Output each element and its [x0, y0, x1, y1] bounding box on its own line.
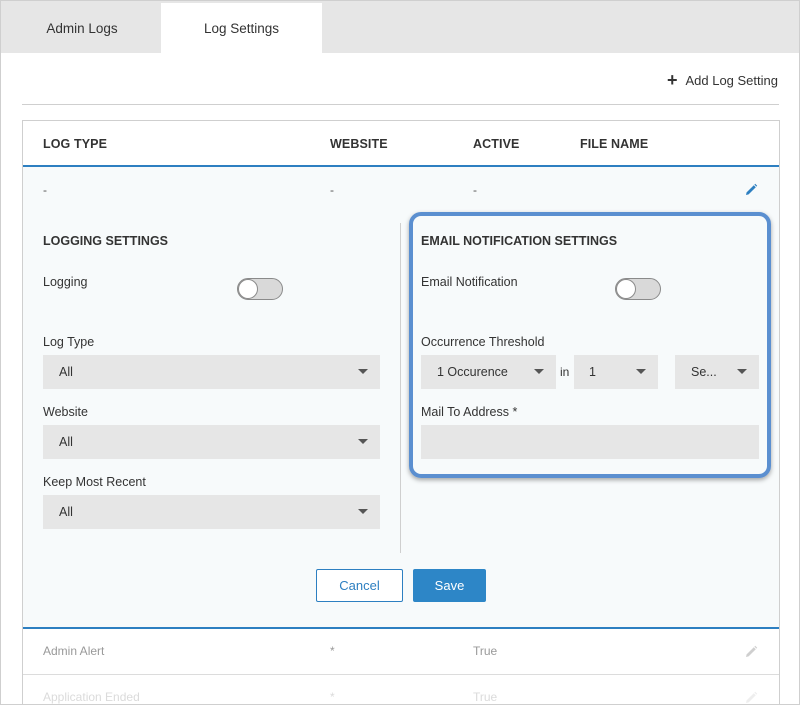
log-settings-window: Admin Logs Log Settings + Add Log Settin…: [0, 0, 800, 705]
expanded-row: - - - LOGGING SETTINGS Logging Log Type …: [23, 167, 779, 629]
mail-to-address-label: Mail To Address *: [421, 405, 518, 419]
occurrence-value: 1 Occurence: [437, 365, 508, 379]
table-header: LOG TYPE WEBSITE ACTIVE FILE NAME: [23, 121, 779, 167]
edit-icon[interactable]: [744, 691, 758, 705]
row-log-type: -: [43, 183, 47, 197]
occurrence-threshold-label: Occurrence Threshold: [421, 335, 545, 349]
mail-to-address-input[interactable]: [421, 425, 759, 459]
logging-settings-title: LOGGING SETTINGS: [43, 234, 169, 248]
tab-log-settings[interactable]: Log Settings: [161, 3, 322, 53]
row-website: *: [330, 690, 335, 704]
table-row[interactable]: Admin Alert * True: [23, 629, 779, 675]
keep-most-recent-label: Keep Most Recent: [43, 475, 146, 489]
column-header-website[interactable]: WEBSITE: [330, 137, 388, 151]
toggle-knob: [238, 279, 258, 299]
chevron-down-icon: [358, 439, 368, 444]
log-type-label: Log Type: [43, 335, 95, 349]
log-type-value: All: [59, 365, 73, 379]
add-log-setting-button[interactable]: + Add Log Setting: [667, 71, 778, 89]
column-header-file-name[interactable]: FILE NAME: [580, 137, 648, 151]
save-button[interactable]: Save: [413, 569, 486, 602]
column-header-active[interactable]: ACTIVE: [473, 137, 519, 151]
website-select[interactable]: All: [43, 425, 380, 459]
row-website: *: [330, 644, 335, 658]
row-log-type: Application Ended: [43, 690, 140, 704]
chevron-down-icon: [534, 369, 544, 374]
in-label: in: [560, 365, 570, 379]
chevron-down-icon: [358, 369, 368, 374]
logging-label: Logging: [43, 275, 88, 289]
row-active: True: [473, 690, 498, 704]
cancel-button[interactable]: Cancel: [316, 569, 403, 602]
logging-toggle[interactable]: [237, 278, 283, 300]
row-log-type: Admin Alert: [43, 644, 105, 658]
occurrence-select[interactable]: 1 Occurence: [421, 355, 556, 389]
log-settings-table: LOG TYPE WEBSITE ACTIVE FILE NAME - - - …: [22, 120, 780, 705]
divider: [22, 104, 779, 105]
email-notification-label: Email Notification: [421, 275, 518, 289]
chevron-down-icon: [737, 369, 747, 374]
row-website: -: [330, 183, 334, 197]
keep-most-recent-value: All: [59, 505, 73, 519]
count-select[interactable]: 1: [574, 355, 658, 389]
edit-icon[interactable]: [744, 645, 758, 659]
row-active: True: [473, 644, 498, 658]
unit-select[interactable]: Se...: [675, 355, 759, 389]
email-notification-toggle[interactable]: [615, 278, 661, 300]
table-row[interactable]: Application Ended * True: [23, 675, 779, 705]
keep-most-recent-select[interactable]: All: [43, 495, 380, 529]
column-header-log-type[interactable]: LOG TYPE: [43, 137, 107, 151]
log-type-select[interactable]: All: [43, 355, 380, 389]
tab-admin-logs[interactable]: Admin Logs: [3, 3, 161, 53]
row-active: -: [473, 183, 477, 197]
plus-icon: +: [666, 70, 678, 90]
email-settings-title: EMAIL NOTIFICATION SETTINGS: [421, 234, 618, 248]
count-value: 1: [589, 365, 596, 379]
chevron-down-icon: [636, 369, 646, 374]
toggle-knob: [616, 279, 636, 299]
add-log-setting-label: Add Log Setting: [685, 72, 778, 88]
website-label: Website: [43, 405, 88, 419]
website-value: All: [59, 435, 73, 449]
edit-icon[interactable]: [744, 183, 758, 197]
unit-value: Se...: [691, 365, 717, 379]
chevron-down-icon: [358, 509, 368, 514]
tab-bar: Admin Logs Log Settings: [1, 1, 799, 53]
section-divider: [400, 223, 401, 553]
